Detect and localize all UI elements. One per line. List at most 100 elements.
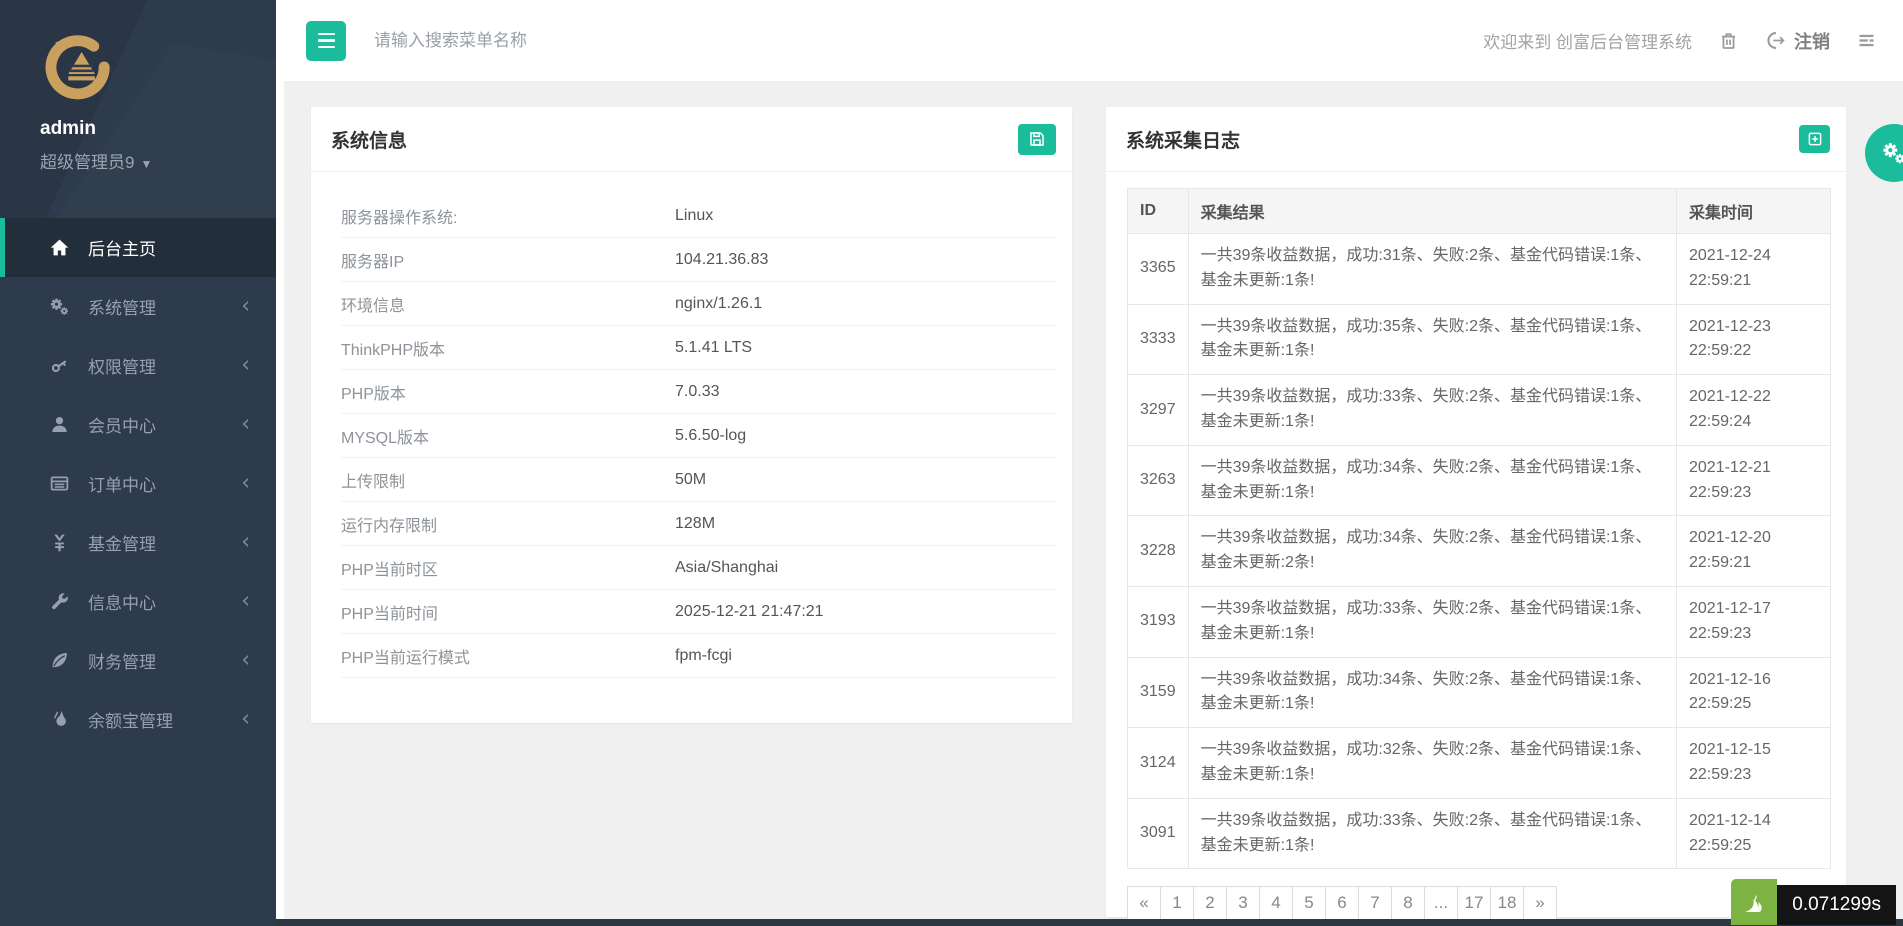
sidebar-menu-item[interactable]: 余额宝管理 ‹ <box>0 690 276 749</box>
sidebar-menu-item-label: 财务管理 <box>88 648 156 673</box>
sidebar-menu-item[interactable]: 系统管理 ‹ <box>0 277 276 336</box>
content-left-strip <box>276 0 284 919</box>
sidebar-menu-item[interactable]: 后台主页 ‹ <box>0 218 276 277</box>
gears-icon <box>46 296 72 318</box>
pagination-item[interactable]: 6 <box>1325 886 1359 920</box>
logout-button[interactable]: 注销 <box>1765 28 1830 54</box>
sidebar-profile: admin 超级管理员9▼ <box>0 0 276 212</box>
pagination-item[interactable]: » <box>1523 886 1557 920</box>
collect-log-row: 3263 一共39条收益数据，成功:34条、失败:2条、基金代码错误:1条、基金… <box>1128 445 1831 516</box>
pagination-item[interactable]: 8 <box>1391 886 1425 920</box>
log-time-cell: 2021-12-14 22:59:25 <box>1677 798 1831 869</box>
leaf-icon <box>46 650 72 672</box>
system-info-row: 运行内存限制 128M <box>341 502 1056 546</box>
pagination-item[interactable]: 2 <box>1193 886 1227 920</box>
info-value: 5.6.50-log <box>675 427 746 445</box>
log-id-cell: 3159 <box>1128 657 1189 728</box>
trace-badge: 0.071299s <box>1731 879 1896 925</box>
system-info-title: 系统信息 <box>331 126 407 153</box>
collect-log-row: 3193 一共39条收益数据，成功:33条、失败:2条、基金代码错误:1条、基金… <box>1128 586 1831 657</box>
log-id-cell: 3263 <box>1128 445 1189 516</box>
sidebar-menu-item[interactable]: 信息中心 ‹ <box>0 572 276 631</box>
sidebar-menu-item[interactable]: 权限管理 ‹ <box>0 336 276 395</box>
sidebar-menu-item-label: 系统管理 <box>88 294 156 319</box>
sidebar-menu-item[interactable]: 基金管理 ‹ <box>0 513 276 572</box>
chevron-left-icon: ‹ <box>241 529 250 554</box>
add-button[interactable] <box>1799 125 1830 153</box>
log-time-cell: 2021-12-15 22:59:23 <box>1677 728 1831 799</box>
collect-log-row: 3124 一共39条收益数据，成功:32条、失败:2条、基金代码错误:1条、基金… <box>1128 728 1831 799</box>
sidebar-menu-item[interactable]: 会员中心 ‹ <box>0 395 276 454</box>
chevron-left-icon: ‹ <box>241 588 250 613</box>
collect-log-row: 3333 一共39条收益数据，成功:35条、失败:2条、基金代码错误:1条、基金… <box>1128 304 1831 375</box>
info-label: PHP版本 <box>341 380 675 404</box>
info-label: 上传限制 <box>341 468 675 492</box>
panel-list-toggle-button[interactable] <box>1856 30 1877 51</box>
system-info-row: 服务器操作系统: Linux <box>341 194 1056 238</box>
collect-log-row: 3091 一共39条收益数据，成功:33条、失败:2条、基金代码错误:1条、基金… <box>1128 798 1831 869</box>
cogs-icon <box>1881 140 1903 166</box>
info-label: 服务器IP <box>341 248 675 272</box>
key-icon <box>46 355 72 377</box>
pagination-item[interactable]: 1 <box>1160 886 1194 920</box>
sidebar-menu-item-label: 信息中心 <box>88 589 156 614</box>
sidebar-toggle-button[interactable] <box>306 21 346 61</box>
info-value: 50M <box>675 471 706 489</box>
sidebar: admin 超级管理员9▼ 后台主页 ‹ 系统管理 ‹ 权限管理 ‹ <box>0 0 276 926</box>
chevron-left-icon: ‹ <box>241 647 250 672</box>
pagination-item[interactable]: 3 <box>1226 886 1260 920</box>
info-label: 服务器操作系统: <box>341 204 675 228</box>
username: admin <box>40 118 276 140</box>
sign-out-icon <box>1765 30 1786 51</box>
info-value: fpm-fcgi <box>675 647 732 665</box>
collect-log-row: 3297 一共39条收益数据，成功:33条、失败:2条、基金代码错误:1条、基金… <box>1128 375 1831 446</box>
info-value: Linux <box>675 207 713 225</box>
welcome-text: 欢迎来到 创富后台管理系统 <box>1483 28 1692 53</box>
log-time-cell: 2021-12-23 22:59:22 <box>1677 304 1831 375</box>
thinkphp-flame-icon <box>1737 885 1771 919</box>
log-result-cell: 一共39条收益数据，成功:33条、失败:2条、基金代码错误:1条、基金未更新:1… <box>1188 375 1676 446</box>
system-info-row: 上传限制 50M <box>341 458 1056 502</box>
info-value: 5.1.41 LTS <box>675 339 752 357</box>
role-dropdown[interactable]: 超级管理员9▼ <box>40 148 276 173</box>
log-time-cell: 2021-12-16 22:59:25 <box>1677 657 1831 728</box>
sidebar-menu-item-label: 权限管理 <box>88 353 156 378</box>
pagination-item[interactable]: 5 <box>1292 886 1326 920</box>
log-id-cell: 3228 <box>1128 516 1189 587</box>
log-result-cell: 一共39条收益数据，成功:34条、失败:2条、基金代码错误:1条、基金未更新:1… <box>1188 657 1676 728</box>
pagination-item[interactable]: 18 <box>1490 886 1524 920</box>
clear-cache-button[interactable] <box>1718 30 1739 51</box>
trace-bottom-bar <box>276 919 1903 926</box>
sidebar-menu-item-label: 订单中心 <box>88 471 156 496</box>
system-info-row: MYSQL版本 5.6.50-log <box>341 414 1056 458</box>
sidebar-menu-item[interactable]: 订单中心 ‹ <box>0 454 276 513</box>
sidebar-menu-item-label: 基金管理 <box>88 530 156 555</box>
pagination-item[interactable]: 17 <box>1457 886 1491 920</box>
pagination-item[interactable]: ... <box>1424 886 1458 920</box>
thinkphp-trace-button[interactable] <box>1731 879 1777 925</box>
pagination-item[interactable]: 4 <box>1259 886 1293 920</box>
log-id-cell: 3333 <box>1128 304 1189 375</box>
menu-search-input[interactable] <box>374 31 694 51</box>
floppy-disk-icon <box>1028 130 1046 148</box>
app-logo <box>40 30 114 104</box>
pagination-item[interactable]: 7 <box>1358 886 1392 920</box>
log-result-cell: 一共39条收益数据，成功:34条、失败:2条、基金代码错误:1条、基金未更新:1… <box>1188 445 1676 516</box>
system-info-row: PHP当前时间 2025-12-21 21:47:21 <box>341 590 1056 634</box>
log-id-cell: 3124 <box>1128 728 1189 799</box>
collect-log-header: 系统采集日志 <box>1106 107 1846 172</box>
pagination-item[interactable]: « <box>1127 886 1161 920</box>
collect-settings-fab[interactable] <box>1865 124 1903 182</box>
system-info-header: 系统信息 <box>311 107 1072 172</box>
info-value: Asia/Shanghai <box>675 559 778 577</box>
sidebar-menu-item[interactable]: 财务管理 ‹ <box>0 631 276 690</box>
collect-log-header-row: ID 采集结果 采集时间 <box>1128 189 1831 234</box>
log-result-cell: 一共39条收益数据，成功:33条、失败:2条、基金代码错误:1条、基金未更新:1… <box>1188 586 1676 657</box>
wrench-icon <box>46 591 72 613</box>
system-info-row: PHP当前运行模式 fpm-fcgi <box>341 634 1056 678</box>
topbar: 欢迎来到 创富后台管理系统 注销 <box>276 0 1903 81</box>
save-button[interactable] <box>1018 124 1056 155</box>
trash-icon <box>1718 30 1739 51</box>
chevron-left-icon: ‹ <box>241 470 250 495</box>
user-icon <box>46 414 72 436</box>
